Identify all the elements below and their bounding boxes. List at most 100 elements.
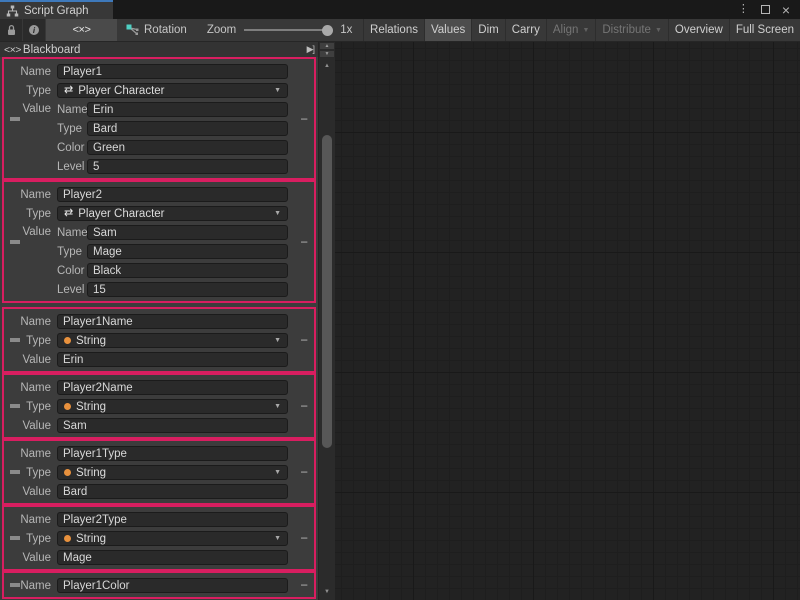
blackboard-scrollbar[interactable]: ▲ ▼ [319, 58, 335, 600]
toolbar-button-label: Full Screen [736, 24, 794, 36]
toolbar-button-values[interactable]: Values [424, 19, 471, 41]
variable-name-field[interactable]: Player1Name [57, 314, 288, 329]
variable-name-field[interactable]: Player2 [57, 187, 288, 202]
nested-value-field[interactable]: 15 [87, 282, 288, 297]
variable-name-field[interactable]: Player2Name [57, 380, 288, 395]
menu-icon[interactable]: ⋮ [738, 4, 749, 15]
zoom-slider-handle[interactable] [322, 25, 333, 36]
variable-type-dropdown[interactable]: ⇄Player Character▼ [57, 83, 288, 98]
variable-type-dropdown[interactable]: ⇄Player Character▼ [57, 206, 288, 221]
nested-value-field[interactable]: Green [87, 140, 288, 155]
tab-bar: Script Graph ⋮ × [0, 0, 800, 19]
nested-row: ColorBlack [57, 261, 288, 280]
variable-row: NamePlayer1Type [4, 444, 288, 463]
variable-value-field[interactable]: Sam [57, 418, 288, 433]
variable-row: NamePlayer2 [4, 185, 288, 204]
toolbar-button-dim[interactable]: Dim [471, 19, 504, 41]
toolbar-button-group: RelationsValues Dim CarryAlign▼Distribute▼… [363, 19, 800, 41]
variable-type-dropdown[interactable]: String▼ [57, 531, 288, 546]
row-label: Name [4, 66, 57, 78]
variable-name-field[interactable]: Player1 [57, 64, 288, 79]
graph-canvas[interactable] [335, 42, 800, 600]
drag-handle-icon[interactable] [10, 470, 20, 474]
type-name: Player Character [78, 208, 164, 220]
variable-value-field[interactable]: Bard [57, 484, 288, 499]
drag-handle-icon[interactable] [10, 404, 20, 408]
nested-label: Name [57, 227, 87, 239]
variable-name-field[interactable]: Player1Type [57, 446, 288, 461]
toolbar-button-relations[interactable]: Relations [363, 19, 424, 41]
nested-value-field[interactable]: 5 [87, 159, 288, 174]
variable-value-field[interactable]: Erin [57, 352, 288, 367]
variable-row: TypeString▼ [4, 463, 288, 482]
toolbar-button-label: Dim [478, 24, 498, 36]
remove-variable-button[interactable]: − [300, 235, 308, 248]
blackboard-panel: <×> Blackboard ▶] NamePlayer1Type⇄Player… [0, 42, 318, 600]
scroll-down-icon[interactable]: ▼ [319, 589, 335, 595]
row-label: Value [4, 420, 57, 432]
remove-variable-button[interactable]: − [300, 334, 308, 347]
variable-row: Type⇄Player Character▼ [4, 204, 288, 223]
row-label: Name [4, 514, 57, 526]
zoom-label: Zoom [207, 24, 236, 36]
spinner-down-icon[interactable]: ▼ [319, 50, 335, 58]
dock-panel-icon[interactable]: ▶] [307, 44, 314, 55]
toolbar-button-label: Distribute [602, 24, 651, 36]
nested-row: Level5 [57, 157, 288, 176]
tab-script-graph[interactable]: Script Graph [0, 0, 113, 19]
variable-name-field[interactable]: Player2Type [57, 512, 288, 527]
scrollbar-thumb[interactable] [322, 135, 332, 448]
lock-button[interactable] [0, 19, 22, 41]
graph-hierarchy-icon [6, 5, 19, 17]
toolbar-button-label: Overview [675, 24, 723, 36]
nested-value-field[interactable]: Erin [87, 102, 288, 117]
nested-value-field[interactable]: Sam [87, 225, 288, 240]
main-area: <×> Blackboard ▶] NamePlayer1Type⇄Player… [0, 42, 800, 600]
zoom-slider[interactable] [244, 24, 332, 36]
maximize-icon[interactable] [761, 5, 770, 14]
window-controls: ⋮ × [738, 0, 800, 19]
variables-toggle-button[interactable]: <×> [46, 19, 117, 41]
variable-type-dropdown[interactable]: String▼ [57, 399, 288, 414]
variable-group: NamePlayer2NameTypeString▼ValueSam− [2, 373, 316, 439]
row-label: Type [4, 85, 57, 97]
nested-row: NameErin [57, 100, 288, 119]
drag-handle-icon[interactable] [10, 536, 20, 540]
scroll-up-icon[interactable]: ▲ [319, 63, 335, 69]
variable-group: NamePlayer1TypeTypeString▼ValueBard− [2, 439, 316, 505]
rotation-label: Rotation [144, 24, 187, 36]
spinner-up-icon[interactable]: ▲ [319, 42, 335, 50]
toolbar-button-distribute[interactable]: Distribute▼ [595, 19, 668, 41]
nested-value-field[interactable]: Mage [87, 244, 288, 259]
variable-value-field[interactable]: Mage [57, 550, 288, 565]
remove-variable-button[interactable]: − [300, 532, 308, 545]
type-name: Player Character [78, 85, 164, 97]
rotation-control[interactable]: Rotation [126, 19, 187, 41]
info-button[interactable]: i [23, 19, 45, 41]
toolbar-button-full-screen[interactable]: Full Screen [729, 19, 800, 41]
row-label: Name [4, 189, 57, 201]
variable-type-dropdown[interactable]: String▼ [57, 333, 288, 348]
string-type-icon [64, 337, 71, 344]
nested-value-field[interactable]: Bard [87, 121, 288, 136]
variable-type-dropdown[interactable]: String▼ [57, 465, 288, 480]
remove-variable-button[interactable]: − [300, 579, 308, 592]
variable-row: NamePlayer2Type [4, 510, 288, 529]
remove-variable-button[interactable]: − [300, 112, 308, 125]
drag-handle-icon[interactable] [10, 583, 20, 587]
toolbar-button-carry[interactable]: Carry [505, 19, 546, 41]
variable-row: NamePlayer1Name [4, 312, 288, 331]
drag-handle-icon[interactable] [10, 240, 20, 244]
close-icon[interactable]: × [782, 3, 790, 17]
drag-handle-icon[interactable] [10, 338, 20, 342]
nested-value-field[interactable]: Black [87, 263, 288, 278]
rotation-icon [126, 24, 139, 37]
drag-handle-icon[interactable] [10, 117, 20, 121]
toolbar-button-overview[interactable]: Overview [668, 19, 729, 41]
variable-row: ValueNameErinTypeBardColorGreenLevel5 [4, 100, 288, 176]
nested-row: NameSam [57, 223, 288, 242]
toolbar-button-align[interactable]: Align▼ [546, 19, 596, 41]
remove-variable-button[interactable]: − [300, 466, 308, 479]
remove-variable-button[interactable]: − [300, 400, 308, 413]
variable-name-field[interactable]: Player1Color [57, 578, 288, 593]
